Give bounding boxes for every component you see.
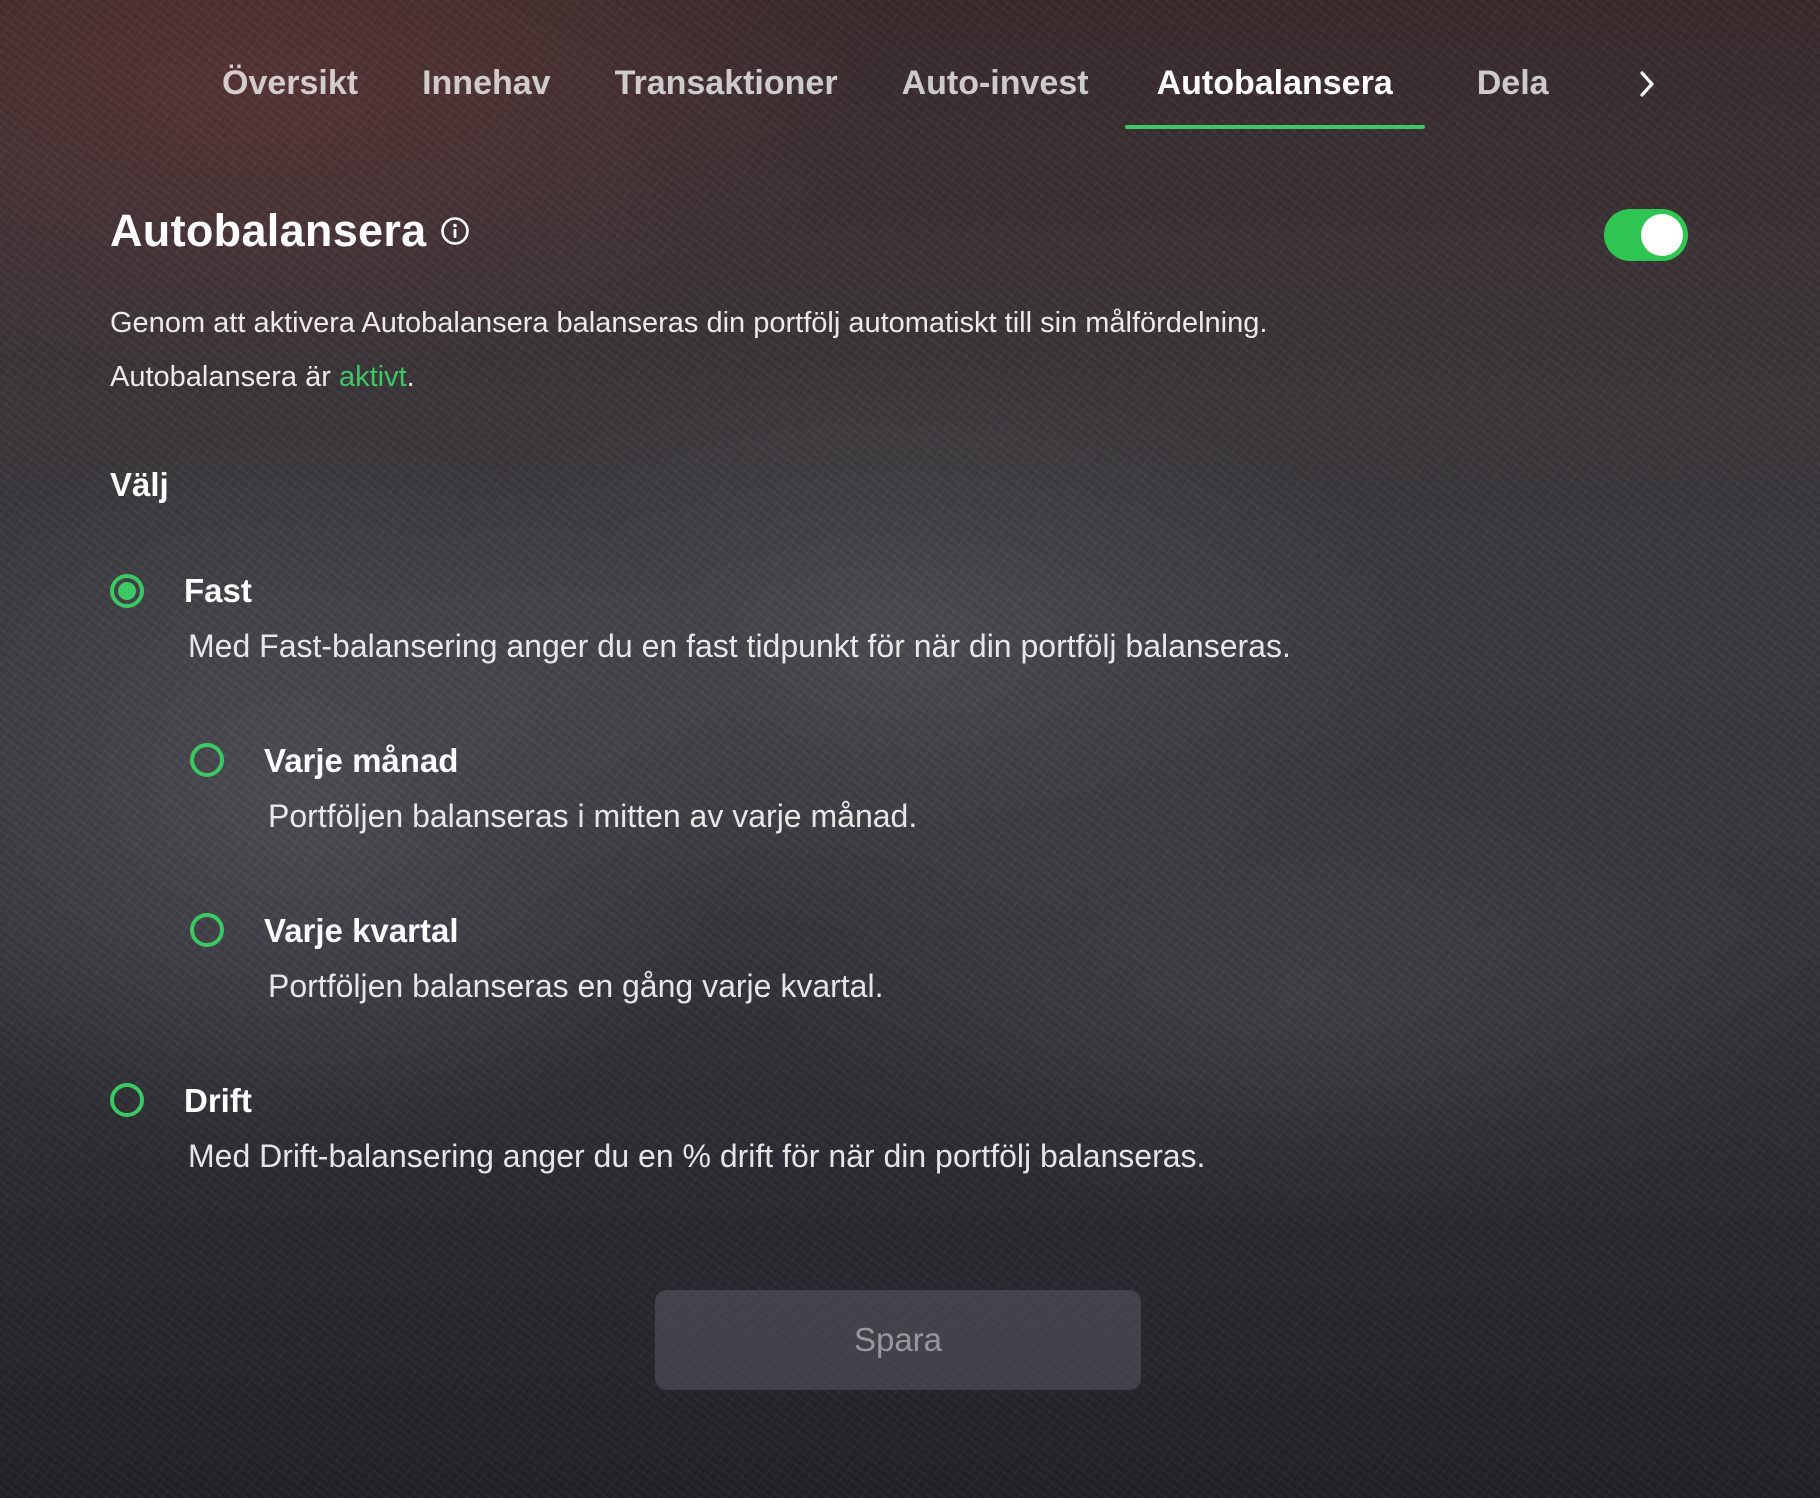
autobalance-toggle[interactable] <box>1604 209 1688 261</box>
option-quarterly-description: Portföljen balanseras en gång varje kvar… <box>268 968 884 1004</box>
status-suffix: . <box>406 361 415 393</box>
section-label: Välj <box>110 466 169 503</box>
radio-drift[interactable] <box>110 1083 144 1117</box>
radio-monthly[interactable] <box>190 743 224 777</box>
save-button[interactable]: Spara <box>655 1290 1141 1390</box>
option-quarterly-label[interactable]: Varje kvartal <box>264 912 459 950</box>
option-monthly-description: Portföljen balanseras i mitten av varje … <box>268 798 918 834</box>
tab-autobalansera[interactable]: Autobalansera <box>1124 48 1425 129</box>
option-drift-label[interactable]: Drift <box>184 1082 252 1120</box>
radio-quarterly[interactable] <box>190 913 224 947</box>
option-drift-description: Med Drift-balansering anger du en % drif… <box>188 1138 1206 1174</box>
option-fast-description: Med Fast-balansering anger du en fast ti… <box>188 628 1291 664</box>
status-text: Autobalansera är aktivt. <box>110 361 415 394</box>
chevron-right-icon[interactable] <box>1632 66 1662 102</box>
tab-bar: Översikt Innehav Transaktioner Auto-inve… <box>190 48 1581 134</box>
page-header: Autobalansera <box>110 205 470 257</box>
tab-transaktioner[interactable]: Transaktioner <box>583 48 870 129</box>
page-title: Autobalansera <box>110 205 427 256</box>
option-fast-label[interactable]: Fast <box>184 572 252 610</box>
tab-auto-invest[interactable]: Auto-invest <box>870 48 1121 129</box>
tab-innehav[interactable]: Innehav <box>390 48 582 129</box>
status-link[interactable]: aktivt <box>339 361 407 393</box>
info-icon[interactable] <box>440 216 470 246</box>
option-monthly-label[interactable]: Varje månad <box>264 742 458 780</box>
tab-dela[interactable]: Dela <box>1445 48 1581 129</box>
tab-oversikt[interactable]: Översikt <box>190 48 390 129</box>
description-text: Genom att aktivera Autobalansera balanse… <box>110 307 1268 339</box>
status-prefix: Autobalansera är <box>110 361 339 393</box>
toggle-knob <box>1641 214 1683 256</box>
radio-fast[interactable] <box>110 574 144 608</box>
